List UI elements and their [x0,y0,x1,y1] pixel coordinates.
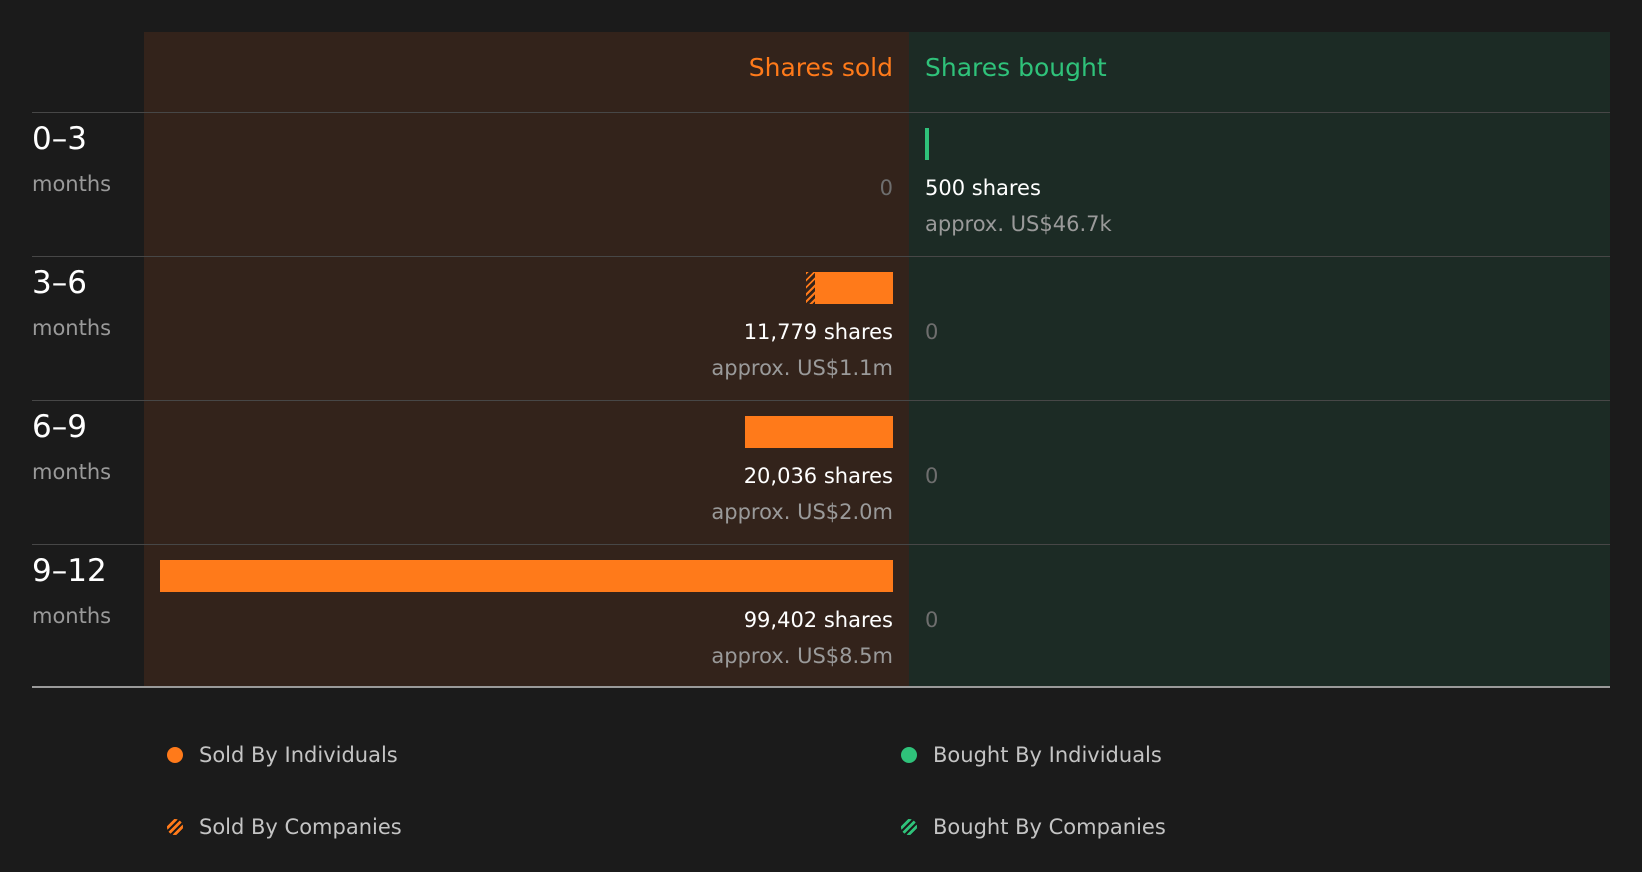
shares-sold-header: Shares sold [748,53,893,82]
sold-value-6-9: 20,036 shares [743,464,893,488]
sold-value-9-12: 99,402 shares [743,608,893,632]
period-range-3: 9–12 [32,553,107,589]
row-divider [32,256,1610,257]
period-unit-2: months [32,460,112,484]
period-range-0: 0–3 [32,121,87,157]
row-divider [32,400,1610,401]
legend-sold-individuals: Sold By Individuals [167,743,398,767]
period-unit-1: months [32,316,112,340]
period-range-2: 6–9 [32,409,87,445]
legend-hatch-icon [901,819,917,835]
legend-label: Bought By Individuals [933,743,1162,767]
row-divider [32,112,1610,113]
sold-approx-3-6: approx. US$1.1m [711,356,893,380]
bought-value-3-6: 0 [925,320,939,344]
bar-bought-individuals-0-3 [925,128,929,160]
period-unit-0: months [32,172,112,196]
legend-dot-icon [901,747,917,763]
bought-value-6-9: 0 [925,464,939,488]
legend-hatch-icon [167,819,183,835]
bar-sold-individuals-9-12 [160,560,893,592]
sold-value-3-6: 11,779 shares [743,320,893,344]
legend-label: Bought By Companies [933,815,1166,839]
legend-label: Sold By Individuals [199,743,398,767]
legend-bought-individuals: Bought By Individuals [901,743,1162,767]
sold-value-0-3: 0 [879,176,893,200]
bought-approx-0-3: approx. US$46.7k [925,212,1112,236]
legend-bought-companies: Bought By Companies [901,815,1166,839]
period-unit-3: months [32,604,112,628]
bar-sold-individuals-3-6 [814,272,893,304]
legend-label: Sold By Companies [199,815,402,839]
bought-value-9-12: 0 [925,608,939,632]
bought-value-0-3: 500 shares [925,176,1041,200]
shares-bought-header: Shares bought [925,53,1107,82]
bar-sold-individuals-6-9 [745,416,893,448]
legend-dot-icon [167,747,183,763]
shares-bought-panel [909,32,1610,687]
period-range-1: 3–6 [32,265,87,301]
bar-sold-companies-3-6 [806,272,815,304]
sold-approx-6-9: approx. US$2.0m [711,500,893,524]
sold-approx-9-12: approx. US$8.5m [711,644,893,668]
chart-baseline [32,686,1610,688]
legend-sold-companies: Sold By Companies [167,815,402,839]
row-divider [32,544,1610,545]
